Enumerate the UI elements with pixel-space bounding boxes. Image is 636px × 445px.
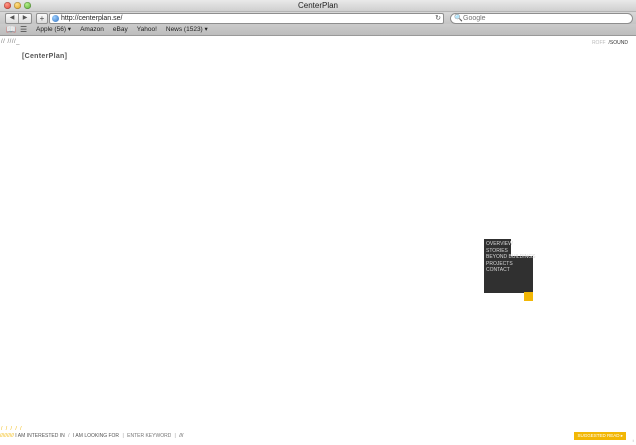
footer-slashes: ////////// (0, 433, 14, 439)
menu-toggle-square[interactable] (524, 292, 533, 301)
bookmark-amazon[interactable]: Amazon (80, 24, 104, 35)
menu-item-beyond-buildings[interactable]: BEYOND BUILDINGS (486, 254, 535, 261)
forward-icon[interactable]: ▶ (19, 14, 31, 23)
address-text[interactable]: http://centerplan.se/ (61, 14, 122, 23)
sound-toggle[interactable]: ROFF/SOUND (592, 40, 628, 46)
sound-label[interactable]: /SOUND (609, 40, 628, 46)
suggested-read-button[interactable]: SUGGESTED READ ▸ (574, 432, 626, 440)
bookmarks-list-icon[interactable]: ☰ (20, 25, 27, 34)
address-bar[interactable]: http://centerplan.se/ ↻ (49, 13, 444, 24)
bookmark-news[interactable]: News (1523) ▾ (166, 24, 208, 35)
bookmark-ebay[interactable]: eBay (113, 24, 128, 35)
resize-corner-icon[interactable]: ↕ (632, 438, 634, 443)
reading-list-icon[interactable]: 📖 (6, 25, 16, 34)
footer-bar: ////////// I AM INTERESTED IN / I AM LOO… (0, 433, 183, 439)
footer-separator: | (174, 433, 176, 439)
search-icon: 🔍 (454, 15, 463, 22)
sound-off-label[interactable]: ROFF (592, 40, 606, 46)
menu-item-contact[interactable]: CONTACT (486, 267, 535, 274)
bookmark-apple[interactable]: Apple (56) ▾ (36, 24, 71, 35)
site-logo[interactable]: [CenterPlan] (22, 53, 67, 60)
looking-for-link[interactable]: I AM LOOKING FOR (73, 433, 119, 439)
footer-separator: / (68, 433, 70, 439)
interested-in-link[interactable]: I AM INTERESTED IN (15, 433, 64, 439)
search-input[interactable] (463, 14, 623, 23)
bookmark-yahoo[interactable]: Yahoo! (137, 24, 157, 35)
footer-slashes-above: / / / / / (1, 426, 23, 432)
browser-toolbar: ◀ ▶ + http://centerplan.se/ ↻ 🔍 (0, 12, 636, 24)
search-field[interactable]: 🔍 (450, 13, 633, 24)
back-icon[interactable]: ◀ (6, 14, 19, 23)
top-slashes: // ////_ (1, 39, 21, 45)
keyword-input[interactable] (127, 433, 172, 439)
window-title: CenterPlan (297, 1, 339, 10)
window-titlebar: CenterPlan (0, 0, 636, 12)
site-globe-icon (52, 15, 59, 22)
add-bookmark-button[interactable]: + (36, 13, 48, 24)
footer-tail-slashes: /// (179, 433, 184, 439)
nav-buttons: ◀ ▶ (5, 13, 32, 24)
bookmark-items: Apple (56) ▾ Amazon eBay Yahoo! News (15… (36, 24, 208, 35)
reload-icon[interactable]: ↻ (435, 14, 441, 23)
footer-separator: | (122, 433, 124, 439)
bookmarks-bar: 📖 ☰ Apple (56) ▾ Amazon eBay Yahoo! News… (0, 24, 636, 36)
menu-list: OVERVIEW STORIES BEYOND BUILDINGS PROJEC… (486, 241, 535, 274)
page-content: // ////_ ROFF/SOUND [CenterPlan] OVERVIE… (0, 36, 636, 445)
